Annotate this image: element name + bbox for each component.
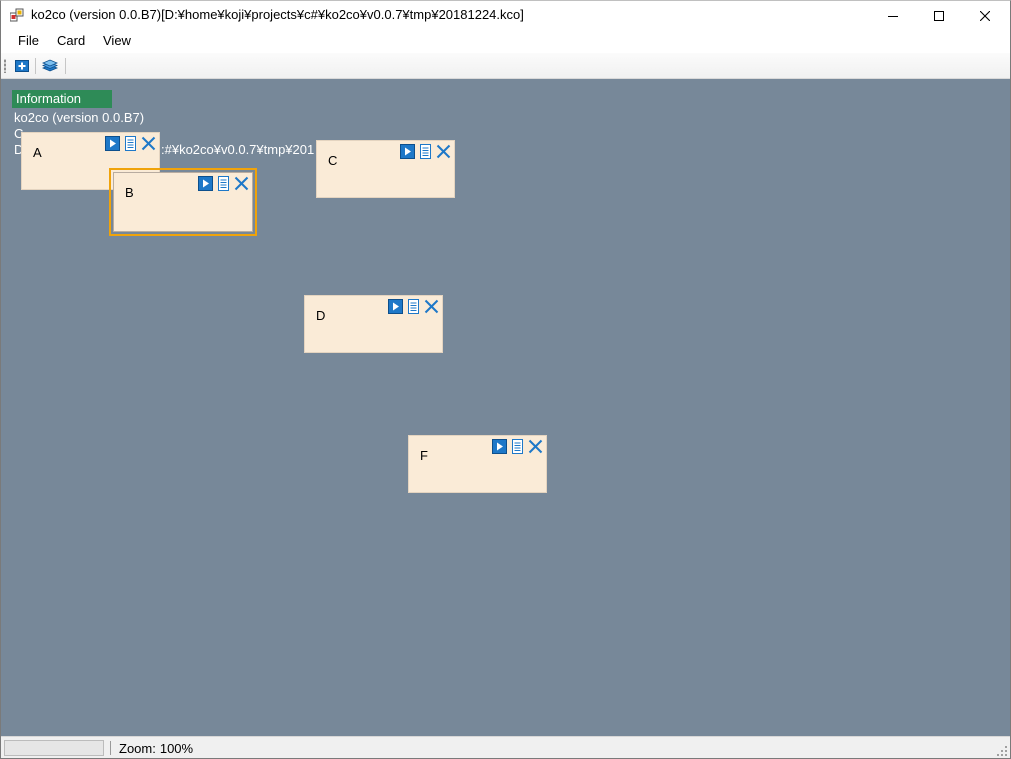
close-button[interactable] <box>962 1 1008 30</box>
card-b-selection[interactable]: B <box>109 168 257 236</box>
note-icon[interactable] <box>406 298 421 314</box>
add-card-icon <box>15 60 29 72</box>
stack-icon <box>42 59 58 72</box>
card-f[interactable]: F <box>408 435 547 493</box>
close-icon[interactable] <box>234 176 249 191</box>
card-d[interactable]: D <box>304 295 443 353</box>
toolbar-grip[interactable] <box>4 59 6 73</box>
card-label: A <box>33 145 42 160</box>
menu-card[interactable]: Card <box>55 33 87 48</box>
menu-file[interactable]: File <box>16 33 41 48</box>
zoom-label: Zoom: <box>119 741 156 756</box>
card-actions <box>388 298 439 314</box>
card-b[interactable]: B <box>113 172 253 232</box>
stack-cards-button[interactable] <box>40 56 60 76</box>
play-icon[interactable] <box>492 438 507 454</box>
zoom-status: Zoom: 100% <box>119 741 193 756</box>
card-actions <box>105 135 156 151</box>
card-label: C <box>328 153 338 168</box>
info-version: ko2co (version 0.0.B7) <box>14 110 145 125</box>
resize-grip-icon[interactable] <box>997 746 1008 757</box>
window-title: ko2co (version 0.0.B7)[D:¥home¥koji¥proj… <box>31 7 524 22</box>
close-icon[interactable] <box>528 439 543 454</box>
status-separator <box>110 741 111 755</box>
info-header: Information <box>12 90 112 108</box>
card-label: B <box>125 185 134 200</box>
card-label: D <box>316 308 326 323</box>
menu-bar: File Card View <box>1 30 1010 53</box>
card-label: F <box>420 448 428 463</box>
close-icon[interactable] <box>436 144 451 159</box>
card-c[interactable]: C <box>316 140 455 198</box>
card-canvas[interactable]: Information ko2co (version 0.0.B7) C D :#… <box>1 79 1010 736</box>
card-actions <box>198 175 249 191</box>
note-icon[interactable] <box>418 143 433 159</box>
info-path-tail: :#¥ko2co¥v0.0.7¥tmp¥201 <box>161 142 315 157</box>
menu-view[interactable]: View <box>101 33 133 48</box>
play-icon[interactable] <box>388 298 403 314</box>
title-bar[interactable]: ko2co (version 0.0.B7)[D:¥home¥koji¥proj… <box>1 1 1010 30</box>
note-icon[interactable] <box>216 175 231 191</box>
toolbar <box>1 53 1010 79</box>
close-icon[interactable] <box>141 136 156 151</box>
zoom-value: 100% <box>159 741 194 756</box>
note-icon[interactable] <box>510 438 525 454</box>
close-icon[interactable] <box>424 299 439 314</box>
add-card-button[interactable] <box>12 56 32 76</box>
minimize-button[interactable] <box>870 1 916 30</box>
card-actions <box>492 438 543 454</box>
close-icon <box>980 10 990 21</box>
app-window: ko2co (version 0.0.B7)[D:¥home¥koji¥proj… <box>0 0 1011 759</box>
maximize-icon <box>934 10 944 21</box>
play-icon[interactable] <box>105 135 120 151</box>
status-bar: Zoom: 100% <box>1 736 1010 758</box>
card-actions <box>400 143 451 159</box>
progress-bar <box>4 740 104 756</box>
note-icon[interactable] <box>123 135 138 151</box>
play-icon[interactable] <box>198 175 213 191</box>
app-icon <box>10 8 24 22</box>
toolbar-separator <box>65 58 66 74</box>
play-icon[interactable] <box>400 143 415 159</box>
minimize-icon <box>888 15 898 17</box>
toolbar-separator <box>35 58 36 74</box>
maximize-button[interactable] <box>916 1 962 30</box>
